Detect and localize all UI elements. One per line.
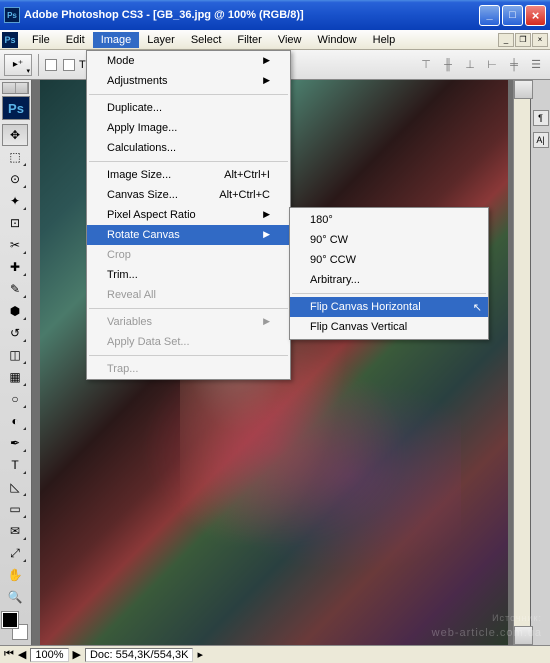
submenu-item-arbitrary[interactable]: Arbitrary... bbox=[290, 270, 488, 290]
menu-view[interactable]: View bbox=[270, 32, 310, 48]
zoom-field[interactable]: 100% bbox=[30, 648, 68, 662]
menu-item-crop: Crop bbox=[87, 245, 290, 265]
path-tool[interactable]: ◺ bbox=[2, 476, 28, 498]
cursor-icon: ↖ bbox=[473, 301, 482, 314]
move-tool[interactable]: ✥ bbox=[2, 124, 28, 146]
menu-item-image-size[interactable]: Image Size...Alt+Ctrl+I bbox=[87, 165, 290, 185]
menu-item-pixel-aspect-ratio[interactable]: Pixel Aspect Ratio▶ bbox=[87, 205, 290, 225]
menu-item-rotate-canvas[interactable]: Rotate Canvas▶ bbox=[87, 225, 290, 245]
character-panel-icon[interactable]: A| bbox=[533, 132, 549, 148]
paragraph-panel-icon[interactable]: ¶ bbox=[533, 110, 549, 126]
stamp-tool[interactable]: ⬢ bbox=[2, 300, 28, 322]
menu-separator bbox=[89, 355, 288, 356]
tools-panel: Ps ✥⬚⊙✦⊡✂✚✎⬢↺◫▦○◐✒T◺▭✉⤢✋🔍 bbox=[0, 80, 32, 645]
panel-grip[interactable] bbox=[2, 82, 29, 94]
eyedrop-tool[interactable]: ⤢ bbox=[2, 542, 28, 564]
align-vcenter-icon[interactable]: ╫ bbox=[438, 56, 458, 74]
nav-next-icon[interactable]: ▶ bbox=[73, 648, 81, 661]
submenu-item-ccw[interactable]: 90° CCW bbox=[290, 250, 488, 270]
menu-help[interactable]: Help bbox=[365, 32, 404, 48]
menu-item-apply-data-set: Apply Data Set... bbox=[87, 332, 290, 352]
separator bbox=[38, 54, 39, 76]
window-title: Adobe Photoshop CS3 - [GB_36.jpg @ 100% … bbox=[24, 9, 479, 21]
submenu-item-flip-canvas-vertical[interactable]: Flip Canvas Vertical bbox=[290, 317, 488, 337]
menu-item-duplicate[interactable]: Duplicate... bbox=[87, 98, 290, 118]
gradient-tool[interactable]: ▦ bbox=[2, 366, 28, 388]
doc-size-field[interactable]: Doc: 554,3K/554,3K bbox=[85, 648, 193, 662]
distribute-icon[interactable]: ☰ bbox=[526, 56, 546, 74]
menu-separator bbox=[89, 94, 288, 95]
vertical-scrollbar[interactable] bbox=[513, 80, 530, 645]
menu-image[interactable]: Image bbox=[93, 32, 140, 48]
menu-select[interactable]: Select bbox=[183, 32, 230, 48]
menu-window[interactable]: Window bbox=[310, 32, 365, 48]
watermark: Источник: web-article.com.ua bbox=[432, 613, 542, 641]
right-dock: ¶ A| bbox=[530, 80, 550, 645]
menu-item-trim[interactable]: Trim... bbox=[87, 265, 290, 285]
submenu-item-[interactable]: 180° bbox=[290, 210, 488, 230]
maximize-button[interactable]: □ bbox=[502, 5, 523, 26]
menu-edit[interactable]: Edit bbox=[58, 32, 93, 48]
mdi-minimize-button[interactable]: _ bbox=[498, 33, 514, 47]
statusbar: ⏮ ◀ 100% ▶ Doc: 554,3K/554,3K ▸ bbox=[0, 645, 550, 663]
slice-tool[interactable]: ✂ bbox=[2, 234, 28, 256]
ps-tools-logo-icon: Ps bbox=[2, 96, 30, 120]
status-menu-icon[interactable]: ▸ bbox=[197, 648, 203, 661]
mdi-restore-button[interactable]: ❐ bbox=[515, 33, 531, 47]
submenu-item-cw[interactable]: 90° CW bbox=[290, 230, 488, 250]
hand-tool[interactable]: ✋ bbox=[2, 564, 28, 586]
ps-logo-icon: Ps bbox=[2, 32, 18, 48]
eraser-tool[interactable]: ◫ bbox=[2, 344, 28, 366]
auto-select-checkbox[interactable] bbox=[45, 59, 57, 71]
menu-item-calculations[interactable]: Calculations... bbox=[87, 138, 290, 158]
menu-item-apply-image[interactable]: Apply Image... bbox=[87, 118, 290, 138]
move-tool-preset[interactable]: ▸⁺▾ bbox=[4, 54, 32, 76]
menu-item-variables: Variables▶ bbox=[87, 312, 290, 332]
color-swatches[interactable] bbox=[2, 612, 30, 640]
marquee-tool[interactable]: ⬚ bbox=[2, 146, 28, 168]
menu-item-canvas-size[interactable]: Canvas Size...Alt+Ctrl+C bbox=[87, 185, 290, 205]
submenu-item-flip-canvas-horizontal[interactable]: Flip Canvas Horizontal ↖ bbox=[290, 297, 488, 317]
titlebar: Ps Adobe Photoshop CS3 - [GB_36.jpg @ 10… bbox=[0, 0, 550, 30]
history-tool[interactable]: ↺ bbox=[2, 322, 28, 344]
nav-prev-icon[interactable]: ◀ bbox=[18, 648, 26, 661]
menu-item-trap: Trap... bbox=[87, 359, 290, 379]
crop-tool[interactable]: ⊡ bbox=[2, 212, 28, 234]
brush-tool[interactable]: ✎ bbox=[2, 278, 28, 300]
wand-tool[interactable]: ✦ bbox=[2, 190, 28, 212]
align-top-icon[interactable]: ⊤ bbox=[416, 56, 436, 74]
menu-file[interactable]: File bbox=[24, 32, 58, 48]
menu-separator bbox=[89, 161, 288, 162]
rotate-canvas-submenu: 180°90° CW90° CCWArbitrary... Flip Canvas… bbox=[289, 207, 489, 340]
foreground-color-swatch[interactable] bbox=[2, 612, 18, 628]
menu-item-mode[interactable]: Mode▶ bbox=[87, 51, 290, 71]
menu-item-adjustments[interactable]: Adjustments▶ bbox=[87, 71, 290, 91]
align-left-icon[interactable]: ⊢ bbox=[482, 56, 502, 74]
image-menu-dropdown: Mode▶Adjustments▶ Duplicate...Apply Image… bbox=[86, 50, 291, 380]
lasso-tool[interactable]: ⊙ bbox=[2, 168, 28, 190]
close-button[interactable]: × bbox=[525, 5, 546, 26]
menu-separator bbox=[292, 293, 486, 294]
type-tool[interactable]: T bbox=[2, 454, 28, 476]
menubar: Ps FileEditImageLayerSelectFilterViewWin… bbox=[0, 30, 550, 50]
heal-tool[interactable]: ✚ bbox=[2, 256, 28, 278]
pen-tool[interactable]: ✒ bbox=[2, 432, 28, 454]
app-icon: Ps bbox=[4, 7, 20, 23]
align-hcenter-icon[interactable]: ╪ bbox=[504, 56, 524, 74]
notes-tool[interactable]: ✉ bbox=[2, 520, 28, 542]
nav-first-icon[interactable]: ⏮ bbox=[4, 648, 14, 661]
menu-separator bbox=[89, 308, 288, 309]
menu-item-reveal-all: Reveal All bbox=[87, 285, 290, 305]
align-bottom-icon[interactable]: ⊥ bbox=[460, 56, 480, 74]
shape-tool[interactable]: ▭ bbox=[2, 498, 28, 520]
menu-layer[interactable]: Layer bbox=[139, 32, 183, 48]
menu-filter[interactable]: Filter bbox=[229, 32, 269, 48]
dodge-tool[interactable]: ◐ bbox=[2, 410, 28, 432]
mdi-close-button[interactable]: × bbox=[532, 33, 548, 47]
minimize-button[interactable]: _ bbox=[479, 5, 500, 26]
blur-tool[interactable]: ○ bbox=[2, 388, 28, 410]
zoom-tool[interactable]: 🔍 bbox=[2, 586, 28, 608]
